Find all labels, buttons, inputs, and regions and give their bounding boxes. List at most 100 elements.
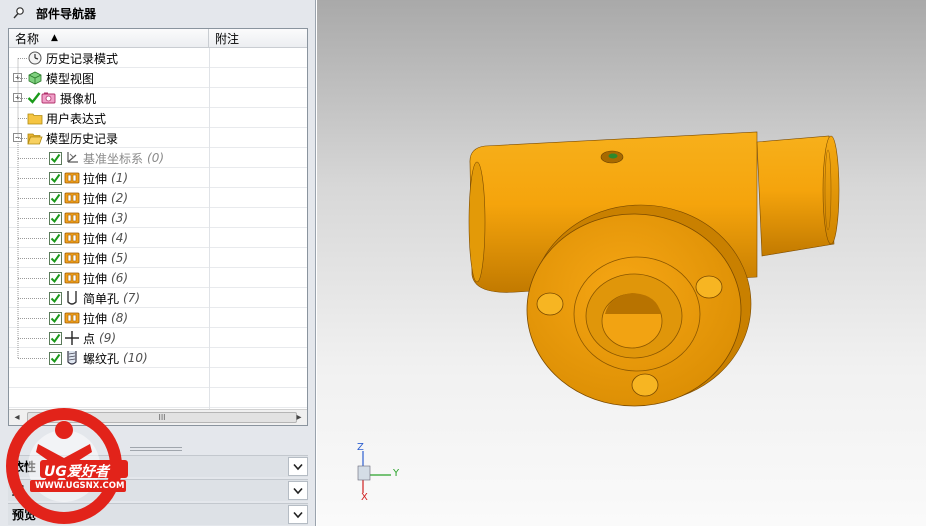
cube-view-icon (27, 70, 43, 86)
ugsnx-watermark-logo: UG爱好者 WWW.UGSNX.COM (0, 396, 136, 526)
feature-checkbox[interactable] (49, 211, 62, 225)
threaded-hole-icon (64, 350, 80, 366)
sort-ascending-icon: ▲ (51, 33, 58, 43)
column-divider (209, 48, 210, 68)
feature-label: 拉伸 (83, 311, 108, 326)
visible-check-icon[interactable] (27, 91, 41, 105)
extrude-icon (64, 210, 80, 226)
feature-checkbox[interactable] (49, 351, 62, 365)
feature-label: 拉伸 (83, 211, 108, 226)
column-divider (209, 68, 210, 88)
column-divider (209, 228, 210, 248)
collapse-icon[interactable]: − (13, 133, 22, 142)
tree-node[interactable]: + 摄像机 (9, 88, 307, 108)
expand-icon[interactable]: + (13, 93, 22, 102)
feature-checkbox[interactable] (49, 151, 62, 165)
column-divider (209, 268, 210, 288)
feature-row[interactable]: 点 (9) (9, 328, 307, 348)
column-divider (209, 148, 210, 168)
feature-content: 基准坐标系 (0) (49, 148, 164, 168)
expand-icon[interactable]: + (13, 73, 22, 82)
column-divider (209, 288, 210, 308)
feature-checkbox[interactable] (49, 331, 62, 345)
extrude-icon (64, 170, 80, 186)
feature-row[interactable]: 拉伸 (1) (9, 168, 307, 188)
tree-node-content: 历史记录模式 (27, 48, 118, 68)
pin-icon[interactable] (12, 6, 26, 20)
feature-checkbox[interactable] (49, 251, 62, 265)
feature-number: (10) (123, 351, 148, 365)
logo-url-text: WWW.UGSNX.COM (35, 481, 125, 491)
feature-content: 拉伸 (6) (49, 268, 128, 288)
feature-content: 拉伸 (4) (49, 228, 128, 248)
navigator-header: 部件导航器 (0, 0, 315, 26)
navigator-tree[interactable]: 名称 ▲ 附注 历史记录模式 + 模型视图 + 摄像机 用户表达式 − 模型历史记录基准坐标系… (8, 28, 308, 426)
folder-icon (27, 110, 43, 126)
feature-label: 点 (83, 331, 96, 346)
tree-node-label: 模型历史记录 (46, 131, 119, 146)
column-divider (209, 168, 210, 188)
feature-number: (8) (111, 311, 129, 325)
feature-row[interactable]: 拉伸 (6) (9, 268, 307, 288)
feature-number: (3) (111, 211, 129, 225)
feature-content: 简单孔 (7) (49, 288, 140, 308)
tree-header: 名称 ▲ 附注 (9, 29, 307, 48)
extrude-icon (64, 270, 80, 286)
feature-checkbox[interactable] (49, 171, 62, 185)
feature-label: 简单孔 (83, 291, 120, 306)
chevron-down-icon[interactable] (288, 481, 308, 500)
chevron-down-icon[interactable] (288, 505, 308, 524)
feature-label: 拉伸 (83, 251, 108, 266)
tree-node-label: 历史记录模式 (46, 51, 119, 66)
feature-checkbox[interactable] (49, 271, 62, 285)
feature-row[interactable]: 基准坐标系 (0) (9, 148, 307, 168)
chevron-down-icon[interactable] (288, 457, 308, 476)
column-divider (209, 348, 210, 368)
feature-row[interactable]: 螺纹孔 (10) (9, 348, 307, 368)
tree-node[interactable]: 用户表达式 (9, 108, 307, 128)
scroll-right-button[interactable]: ▸ (291, 410, 307, 425)
feature-row[interactable]: 拉伸 (3) (9, 208, 307, 228)
feature-label: 拉伸 (83, 191, 108, 206)
feature-row[interactable]: 拉伸 (4) (9, 228, 307, 248)
feature-checkbox[interactable] (49, 231, 62, 245)
column-divider (209, 128, 210, 148)
column-divider (209, 368, 210, 388)
feature-content: 拉伸 (1) (49, 168, 128, 188)
feature-content: 拉伸 (2) (49, 188, 128, 208)
extrude-icon (64, 230, 80, 246)
feature-content: 拉伸 (5) (49, 248, 128, 268)
extrude-icon (64, 310, 80, 326)
feature-label: 拉伸 (83, 271, 108, 286)
feature-row[interactable]: 拉伸 (8) (9, 308, 307, 328)
graphics-viewport[interactable]: Z Y X (317, 0, 926, 526)
tree-node[interactable]: + 模型视图 (9, 68, 307, 88)
camera-icon (41, 90, 57, 106)
feature-number: (9) (99, 331, 117, 345)
feature-number: (2) (111, 191, 129, 205)
axis-x-label: X (361, 492, 368, 503)
folder-open-icon (27, 130, 43, 146)
feature-content: 拉伸 (3) (49, 208, 128, 228)
tree-node[interactable]: 历史记录模式 (9, 48, 307, 68)
tree-node-content: 用户表达式 (27, 108, 106, 128)
column-divider (209, 308, 210, 328)
column-divider (209, 108, 210, 128)
tree-node[interactable]: − 模型历史记录 (9, 128, 307, 148)
feature-content: 螺纹孔 (10) (49, 348, 148, 368)
feature-checkbox[interactable] (49, 291, 62, 305)
feature-number: (7) (123, 291, 141, 305)
column-note-header[interactable]: 附注 (209, 29, 307, 47)
column-divider (209, 88, 210, 108)
navigator-title: 部件导航器 (36, 6, 97, 21)
feature-row[interactable]: 拉伸 (2) (9, 188, 307, 208)
feature-checkbox[interactable] (49, 191, 62, 205)
feature-number: (4) (111, 231, 129, 245)
column-name-header[interactable]: 名称 ▲ (9, 29, 209, 47)
feature-row[interactable]: 拉伸 (5) (9, 248, 307, 268)
feature-checkbox[interactable] (49, 311, 62, 325)
column-divider (209, 388, 210, 408)
point-icon (64, 330, 80, 346)
feature-row[interactable]: 简单孔 (7) (9, 288, 307, 308)
panel-splitter[interactable] (130, 447, 182, 451)
